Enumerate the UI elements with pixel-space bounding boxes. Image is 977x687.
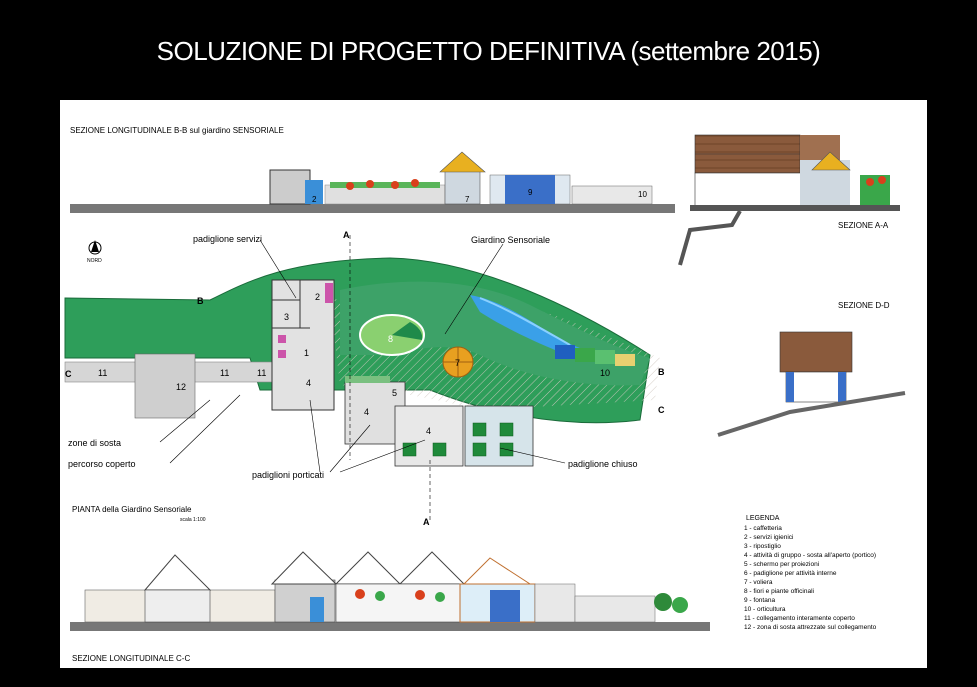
legend: LEGENDA 1 - caffetteria 2 - servizi igie… xyxy=(744,515,877,631)
drawing-board: SEZIONE LONGITUDINALE B-B sul giardino S… xyxy=(60,100,927,668)
plan-scale: scala 1:100 xyxy=(180,517,206,523)
label-giardino-sensoriale: Giardino Sensoriale xyxy=(471,235,550,245)
marker-a-top: A xyxy=(343,230,350,240)
section-dd: SEZIONE D-D xyxy=(717,301,906,437)
north-label: NORD xyxy=(87,258,102,264)
marker-a-bottom: A xyxy=(423,517,430,527)
legend-item: 11 - collegamento interamente coperto xyxy=(744,615,855,622)
bb-num-9: 9 xyxy=(528,188,533,197)
legend-item: 10 - orticultura xyxy=(744,606,786,613)
legend-item: 1 - caffetteria xyxy=(744,525,782,532)
plan-num-11b: 11 xyxy=(220,368,229,378)
legend-item: 9 - fontana xyxy=(744,597,775,604)
bb-num-2: 2 xyxy=(312,195,317,204)
plan-num-4b: 4 xyxy=(364,407,369,417)
marker-c-right: C xyxy=(658,405,665,415)
section-aa: SEZIONE A-A xyxy=(678,134,900,266)
label-padiglione-servizi: padiglione servizi xyxy=(193,234,262,244)
marker-b-left: B xyxy=(197,296,204,306)
label-zone-di-sosta: zone di sosta xyxy=(68,438,121,448)
plan-num-3: 3 xyxy=(284,312,289,322)
legend-item: 8 - fiori e piante officinali xyxy=(744,588,814,595)
legend-title: LEGENDA xyxy=(746,515,780,522)
section-cc-title: SEZIONE LONGITUDINALE C-C xyxy=(72,654,190,663)
bb-num-7: 7 xyxy=(465,195,470,204)
plan-num-2: 2 xyxy=(315,292,320,302)
section-dd-title: SEZIONE D-D xyxy=(838,301,890,310)
plan: NORD 8 7 10 11 11 11 12 2 3 1 4 4 5 4 B … xyxy=(64,230,665,527)
section-bb: SEZIONE LONGITUDINALE B-B sul giardino S… xyxy=(70,126,675,213)
plan-num-12: 12 xyxy=(176,382,186,392)
plan-num-4c: 4 xyxy=(426,426,431,436)
legend-item: 7 - voliera xyxy=(744,579,773,586)
plan-num-1: 1 xyxy=(304,348,309,358)
label-padiglione-chiuso: padiglione chiuso xyxy=(568,459,638,469)
section-bb-title: SEZIONE LONGITUDINALE B-B sul giardino S… xyxy=(70,126,284,135)
plan-num-10: 10 xyxy=(600,368,610,378)
page-title: SOLUZIONE DI PROGETTO DEFINITIVA (settem… xyxy=(156,36,821,66)
plan-num-11c: 11 xyxy=(257,368,266,378)
legend-item: 6 - padiglione per attività interne xyxy=(744,570,837,577)
label-padiglioni-porticati: padiglioni porticati xyxy=(252,470,324,480)
bb-num-10: 10 xyxy=(638,190,647,199)
section-aa-title: SEZIONE A-A xyxy=(838,221,889,230)
site-drawing: SEZIONE LONGITUDINALE B-B sul giardino S… xyxy=(64,126,906,663)
legend-item: 2 - servizi igienici xyxy=(744,534,794,541)
plan-num-11a: 11 xyxy=(98,368,107,378)
marker-b-right: B xyxy=(658,367,665,377)
legend-item: 4 - attività di gruppo - sosta all'apert… xyxy=(744,552,876,559)
legend-item: 5 - schermo per proiezioni xyxy=(744,561,819,568)
legend-item: 12 - zona di sosta attrezzate sul colleg… xyxy=(744,624,877,631)
marker-c-left: C xyxy=(65,369,72,379)
plan-num-4a: 4 xyxy=(306,378,311,388)
plan-num-5: 5 xyxy=(392,388,397,398)
plan-title: PIANTA della Giardino Sensoriale xyxy=(72,505,192,514)
plan-num-7: 7 xyxy=(455,358,460,368)
label-percorso-coperto: percorso coperto xyxy=(68,459,136,469)
legend-item: 3 - ripostiglio xyxy=(744,543,781,550)
section-cc: SEZIONE LONGITUDINALE C-C xyxy=(70,551,710,663)
plan-num-8: 8 xyxy=(388,334,393,344)
